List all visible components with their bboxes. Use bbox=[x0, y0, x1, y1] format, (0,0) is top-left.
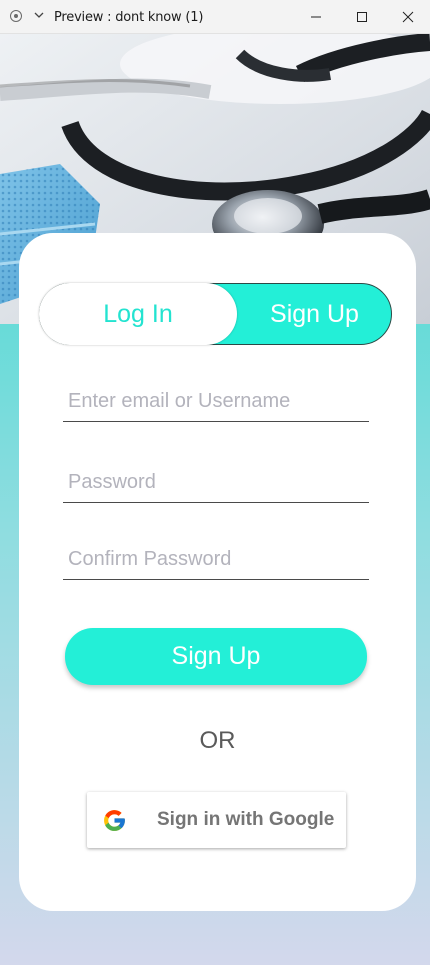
google-sign-in-button[interactable]: Sign in with Google bbox=[87, 792, 346, 848]
maximize-button[interactable] bbox=[339, 0, 385, 34]
password-input[interactable] bbox=[63, 463, 369, 503]
minimize-button[interactable] bbox=[293, 0, 339, 34]
tab-sign-up[interactable]: Sign Up bbox=[237, 283, 392, 345]
app-icon[interactable] bbox=[10, 10, 22, 22]
sign-up-button[interactable]: Sign Up bbox=[65, 628, 367, 685]
google-sign-in-label: Sign in with Google bbox=[157, 809, 335, 830]
confirm-password-input[interactable] bbox=[63, 540, 369, 580]
auth-tab-switch: Sign Up Log In bbox=[39, 283, 392, 345]
close-button[interactable] bbox=[385, 0, 430, 34]
window-title: Preview : dont know (1) bbox=[54, 10, 204, 25]
minimize-icon bbox=[311, 16, 321, 18]
email-username-input[interactable] bbox=[63, 382, 369, 422]
google-logo-icon bbox=[104, 810, 125, 831]
auth-card: Sign Up Log In Sign Up OR Sign in with G… bbox=[19, 233, 416, 911]
or-divider-text: OR bbox=[199, 727, 236, 754]
maximize-icon bbox=[357, 12, 367, 22]
close-icon bbox=[402, 11, 414, 23]
tab-log-in[interactable]: Log In bbox=[39, 283, 237, 345]
window-titlebar: Preview : dont know (1) bbox=[0, 0, 430, 34]
chevron-down-icon[interactable] bbox=[34, 9, 44, 21]
